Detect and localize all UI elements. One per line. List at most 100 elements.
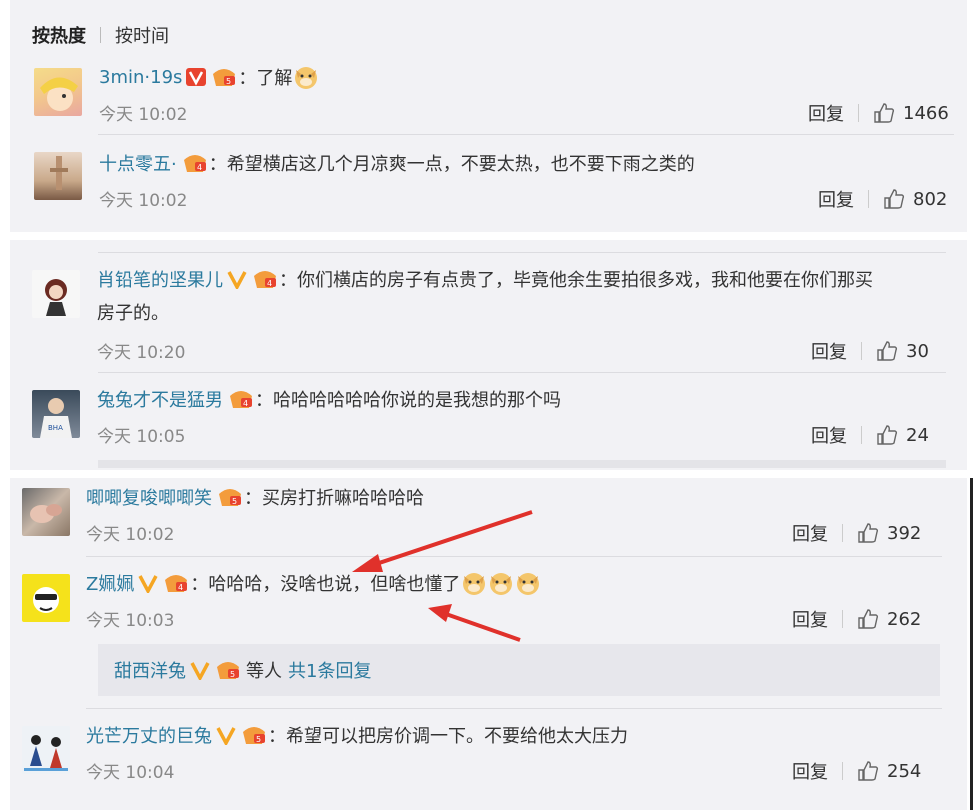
like-count: 802	[913, 188, 948, 210]
reply-suffix: 等人	[246, 661, 282, 682]
comment-divider	[86, 556, 942, 557]
reply-button[interactable]: 回复	[818, 186, 854, 212]
comment-actions: 回复 392	[792, 520, 921, 546]
comment-text: ：哈哈哈，没啥也说，但啥也懂了	[190, 574, 461, 595]
avatar[interactable]: BHA	[32, 390, 80, 438]
action-divider	[858, 104, 859, 122]
comment-panel-1: 按热度 按时间 3min·19s 5 ：了解 今天 10:02 回复 1466 …	[10, 0, 967, 232]
verified-v-icon	[138, 575, 158, 593]
like-count: 30	[906, 340, 929, 362]
verified-v-icon	[227, 271, 247, 289]
thumbs-up-icon[interactable]	[876, 340, 898, 362]
svg-text:4: 4	[197, 163, 202, 172]
reply-button[interactable]: 回复	[808, 100, 844, 126]
like-count: 254	[887, 760, 922, 782]
username-link[interactable]: 唧唧复唆唧唧笑	[86, 484, 212, 510]
timestamp: 今天 10:02	[99, 191, 188, 211]
avatar-image	[45, 279, 67, 316]
avatar[interactable]	[34, 68, 82, 116]
svg-text:5: 5	[226, 77, 231, 86]
avatar[interactable]	[34, 152, 82, 200]
action-divider	[861, 342, 862, 360]
action-divider	[842, 524, 843, 542]
timestamp: 今天 10:02	[99, 105, 188, 125]
panel-footer-bar	[98, 460, 946, 468]
comment-divider	[86, 708, 942, 709]
tab-hot[interactable]: 按热度	[32, 22, 86, 48]
sort-tabs: 按热度 按时间	[32, 22, 169, 48]
avatar-image	[24, 735, 68, 771]
avatar-image	[33, 587, 59, 613]
avatar-image	[40, 77, 78, 111]
action-divider	[861, 426, 862, 444]
svg-text:4: 4	[267, 279, 272, 288]
verified-v-icon	[216, 727, 236, 745]
username-link[interactable]: 十点零五·	[99, 150, 177, 176]
thumbs-up-icon[interactable]	[857, 760, 879, 782]
timestamp: 今天 10:20	[97, 343, 186, 363]
fan-level-icon: 5	[219, 489, 241, 506]
reply-button[interactable]: 回复	[792, 606, 828, 632]
username-link[interactable]: 光芒万丈的巨兔	[86, 722, 212, 748]
tab-divider	[100, 27, 101, 43]
comment-header: Z姵姵 4 ：哈哈哈，没啥也说，但啥也懂了	[86, 570, 541, 596]
fan-level-icon: 4	[230, 391, 252, 408]
comment-divider	[98, 134, 954, 135]
username-link[interactable]: 3min·19s	[99, 67, 182, 88]
thumbs-up-icon[interactable]	[883, 188, 905, 210]
username-link[interactable]: Z姵姵	[86, 570, 134, 596]
svg-text:5: 5	[230, 670, 235, 679]
thumbs-up-icon[interactable]	[857, 608, 879, 630]
username-link[interactable]: 肖铅笔的坚果儿	[97, 266, 223, 292]
avatar-image	[50, 156, 68, 190]
avatar-image	[30, 504, 62, 523]
view-replies-link[interactable]: 共1条回复	[288, 657, 371, 683]
thumbs-up-icon[interactable]	[873, 102, 895, 124]
comment-actions: 回复 254	[792, 758, 921, 784]
verified-v-icon	[186, 68, 207, 86]
reply-button[interactable]: 回复	[811, 422, 847, 448]
comment-panel-2: 肖铅笔的坚果儿 4 ：你们横店的房子有点贵了，毕竟他余生要拍很多戏，我和他要在你…	[10, 240, 967, 470]
tab-time[interactable]: 按时间	[115, 22, 169, 48]
fan-level-icon: 4	[183, 155, 206, 172]
comment-actions: 回复 802	[818, 186, 947, 212]
avatar[interactable]	[22, 726, 70, 774]
svg-text:BHA: BHA	[48, 424, 63, 432]
fan-level-icon: 4	[165, 575, 188, 592]
comment-actions: 回复 30	[811, 338, 929, 364]
action-divider	[842, 762, 843, 780]
avatar[interactable]	[22, 488, 70, 536]
username-link[interactable]: 兔兔才不是猛男	[97, 386, 223, 412]
reply-button[interactable]: 回复	[792, 758, 828, 784]
svg-text:4: 4	[243, 399, 248, 408]
comment-header: 光芒万丈的巨兔 5 ：希望可以把房价调一下。不要给他太大压力	[86, 722, 628, 748]
fan-level-icon: 5	[217, 662, 239, 679]
doge-emoji-icon	[463, 573, 486, 595]
avatar[interactable]	[32, 270, 80, 318]
comment-actions: 回复 24	[811, 422, 929, 448]
comment-text: ：你们横店的房子有点贵了，毕竟他余生要拍很多戏，我和他要在你们那买	[279, 270, 873, 291]
sub-reply-summary[interactable]: 甜西洋兔 5 等人 共1条回复	[98, 644, 940, 696]
doge-emoji-icon	[517, 573, 540, 595]
comment-header: 唧唧复唆唧唧笑 5 ：买房打折嘛哈哈哈哈	[86, 484, 424, 510]
reply-button[interactable]: 回复	[811, 338, 847, 364]
doge-emoji-icon	[490, 573, 513, 595]
comment-header: 十点零五· 4 ：希望横店这几个月凉爽一点，不要太热，也不要下雨之类的	[99, 150, 695, 176]
doge-emoji-icon	[295, 67, 318, 89]
comment-divider	[98, 372, 946, 373]
comment-header: 肖铅笔的坚果儿 4 ：你们横店的房子有点贵了，毕竟他余生要拍很多戏，我和他要在你…	[97, 266, 873, 292]
comment-text: ：买房打折嘛哈哈哈哈	[244, 488, 424, 509]
thumbs-up-icon[interactable]	[857, 522, 879, 544]
reply-button[interactable]: 回复	[792, 520, 828, 546]
thumbs-up-icon[interactable]	[876, 424, 898, 446]
comment-divider	[98, 252, 946, 253]
timestamp: 今天 10:05	[97, 427, 186, 447]
like-count: 1466	[903, 102, 949, 124]
reply-username-link[interactable]: 甜西洋兔	[114, 657, 186, 683]
comment-text-continued: 房子的。	[97, 303, 169, 324]
avatar[interactable]	[22, 574, 70, 622]
comment-text: ：希望横店这几个月凉爽一点，不要太热，也不要下雨之类的	[208, 154, 695, 175]
timestamp: 今天 10:03	[86, 611, 175, 631]
svg-text:4: 4	[178, 583, 183, 592]
like-count: 392	[887, 522, 922, 544]
